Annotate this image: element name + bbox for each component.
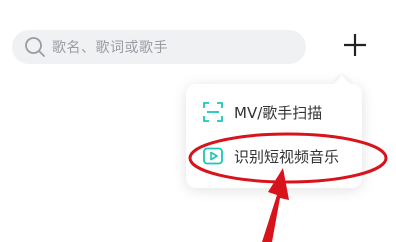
add-menu-popup: MV/歌手扫描 识别短视频音乐 [186, 84, 362, 188]
scan-icon [202, 101, 224, 123]
search-icon [24, 36, 46, 58]
menu-item-identify-video-music[interactable]: 识别短视频音乐 [186, 136, 362, 176]
add-button[interactable] [338, 30, 372, 64]
search-bar[interactable]: 歌名、歌词或歌手 [12, 30, 306, 64]
search-placeholder: 歌名、歌词或歌手 [52, 40, 168, 56]
plus-icon [342, 32, 368, 62]
menu-item-label: 识别短视频音乐 [234, 147, 340, 166]
menu-item-label: MV/歌手扫描 [234, 103, 323, 122]
menu-item-mv-singer-scan[interactable]: MV/歌手扫描 [186, 92, 362, 132]
video-play-icon [202, 145, 224, 167]
